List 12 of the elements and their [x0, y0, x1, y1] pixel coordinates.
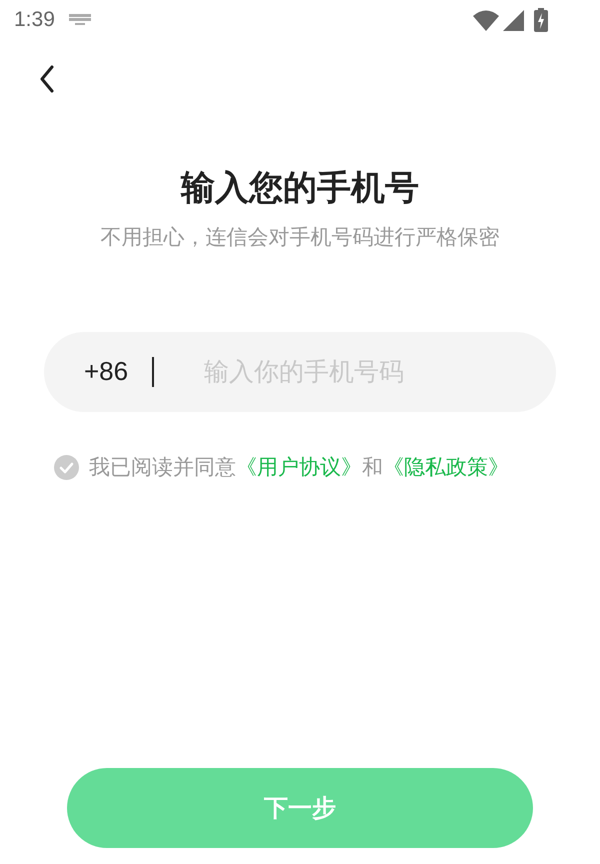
keyboard-icon: [68, 14, 91, 26]
agreement-checkbox[interactable]: [54, 454, 79, 480]
agreement-link[interactable]: 《用户协议》: [236, 454, 362, 479]
agreement-link[interactable]: 《隐私政策》: [383, 454, 509, 479]
page-title: 输入您的手机号: [180, 167, 420, 210]
wifi-icon: [473, 10, 499, 30]
battery-icon: [534, 8, 548, 32]
signal-icon: [503, 10, 524, 30]
agreement-text: 我已阅读并同意《用户协议》和《隐私政策》: [89, 454, 509, 481]
country-code[interactable]: +86: [84, 352, 128, 392]
status-time: 1:39: [14, 7, 55, 34]
subtitle: 不用担心，连信会对手机号码进行严格保密: [100, 224, 500, 252]
